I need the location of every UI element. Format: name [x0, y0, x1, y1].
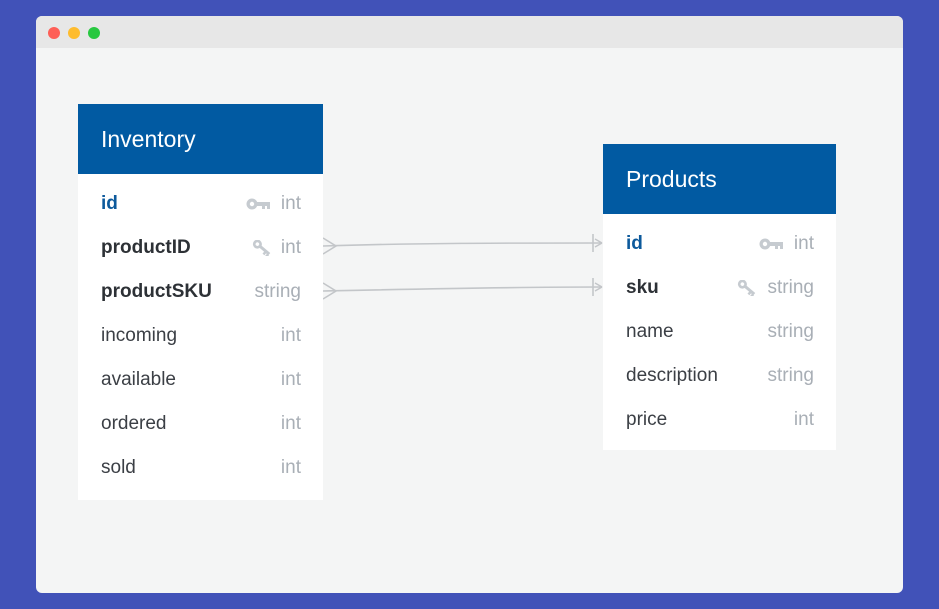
- field-row[interactable]: sku string: [603, 266, 836, 310]
- table-products[interactable]: Products id int sku string name string d…: [603, 144, 836, 450]
- field-row[interactable]: incoming int: [78, 314, 323, 358]
- field-name: productSKU: [101, 281, 212, 302]
- primary-key-icon: [246, 198, 270, 210]
- maximize-dot-icon[interactable]: [88, 27, 100, 39]
- field-type: int: [280, 369, 301, 390]
- field-type: string: [767, 277, 814, 298]
- field-row[interactable]: available int: [78, 358, 323, 402]
- field-row[interactable]: name string: [603, 310, 836, 354]
- field-name: sku: [626, 277, 659, 298]
- table-header[interactable]: Products: [603, 144, 836, 214]
- table-inventory[interactable]: Inventory id int productID int productSK…: [78, 104, 323, 500]
- foreign-key-icon: [737, 280, 756, 296]
- relation-productsku-to-sku: [322, 278, 603, 300]
- field-row[interactable]: productSKU string: [78, 270, 323, 314]
- field-name: productID: [101, 237, 191, 258]
- field-type: string: [767, 321, 814, 342]
- field-type: int: [280, 237, 301, 258]
- field-row[interactable]: ordered int: [78, 402, 323, 446]
- field-name: name: [626, 321, 674, 342]
- field-type: int: [280, 413, 301, 434]
- field-name: sold: [101, 457, 136, 478]
- field-name: id: [626, 233, 643, 254]
- relation-productid-to-id: [322, 234, 603, 255]
- table-header[interactable]: Inventory: [78, 104, 323, 174]
- field-type: int: [280, 193, 301, 214]
- field-name: incoming: [101, 325, 178, 346]
- field-type: int: [280, 325, 301, 346]
- field-name: available: [101, 369, 176, 390]
- field-row[interactable]: id int: [603, 222, 836, 266]
- field-type: int: [280, 457, 301, 478]
- field-row[interactable]: price int: [603, 398, 836, 442]
- field-type: string: [254, 281, 301, 302]
- field-list: id int productID int productSKU string i…: [78, 174, 323, 500]
- field-name: id: [101, 193, 118, 214]
- primary-key-icon: [759, 238, 783, 250]
- diagram-window: Inventory id int productID int productSK…: [36, 16, 903, 593]
- field-type: string: [767, 365, 814, 386]
- field-name: description: [626, 365, 718, 386]
- field-row[interactable]: productID int: [78, 226, 323, 270]
- field-row[interactable]: sold int: [78, 446, 323, 490]
- field-name: price: [626, 409, 668, 430]
- field-list: id int sku string name string descriptio…: [603, 214, 836, 450]
- minimize-dot-icon[interactable]: [68, 27, 80, 39]
- field-type: int: [793, 233, 814, 254]
- many-end-icon: [322, 282, 338, 300]
- close-dot-icon[interactable]: [48, 27, 60, 39]
- field-name: ordered: [101, 413, 167, 434]
- many-end-icon: [322, 237, 338, 255]
- window-titlebar: [36, 16, 903, 48]
- field-type: int: [793, 409, 814, 430]
- field-row[interactable]: id int: [78, 182, 323, 226]
- field-row[interactable]: description string: [603, 354, 836, 398]
- foreign-key-icon: [252, 240, 271, 256]
